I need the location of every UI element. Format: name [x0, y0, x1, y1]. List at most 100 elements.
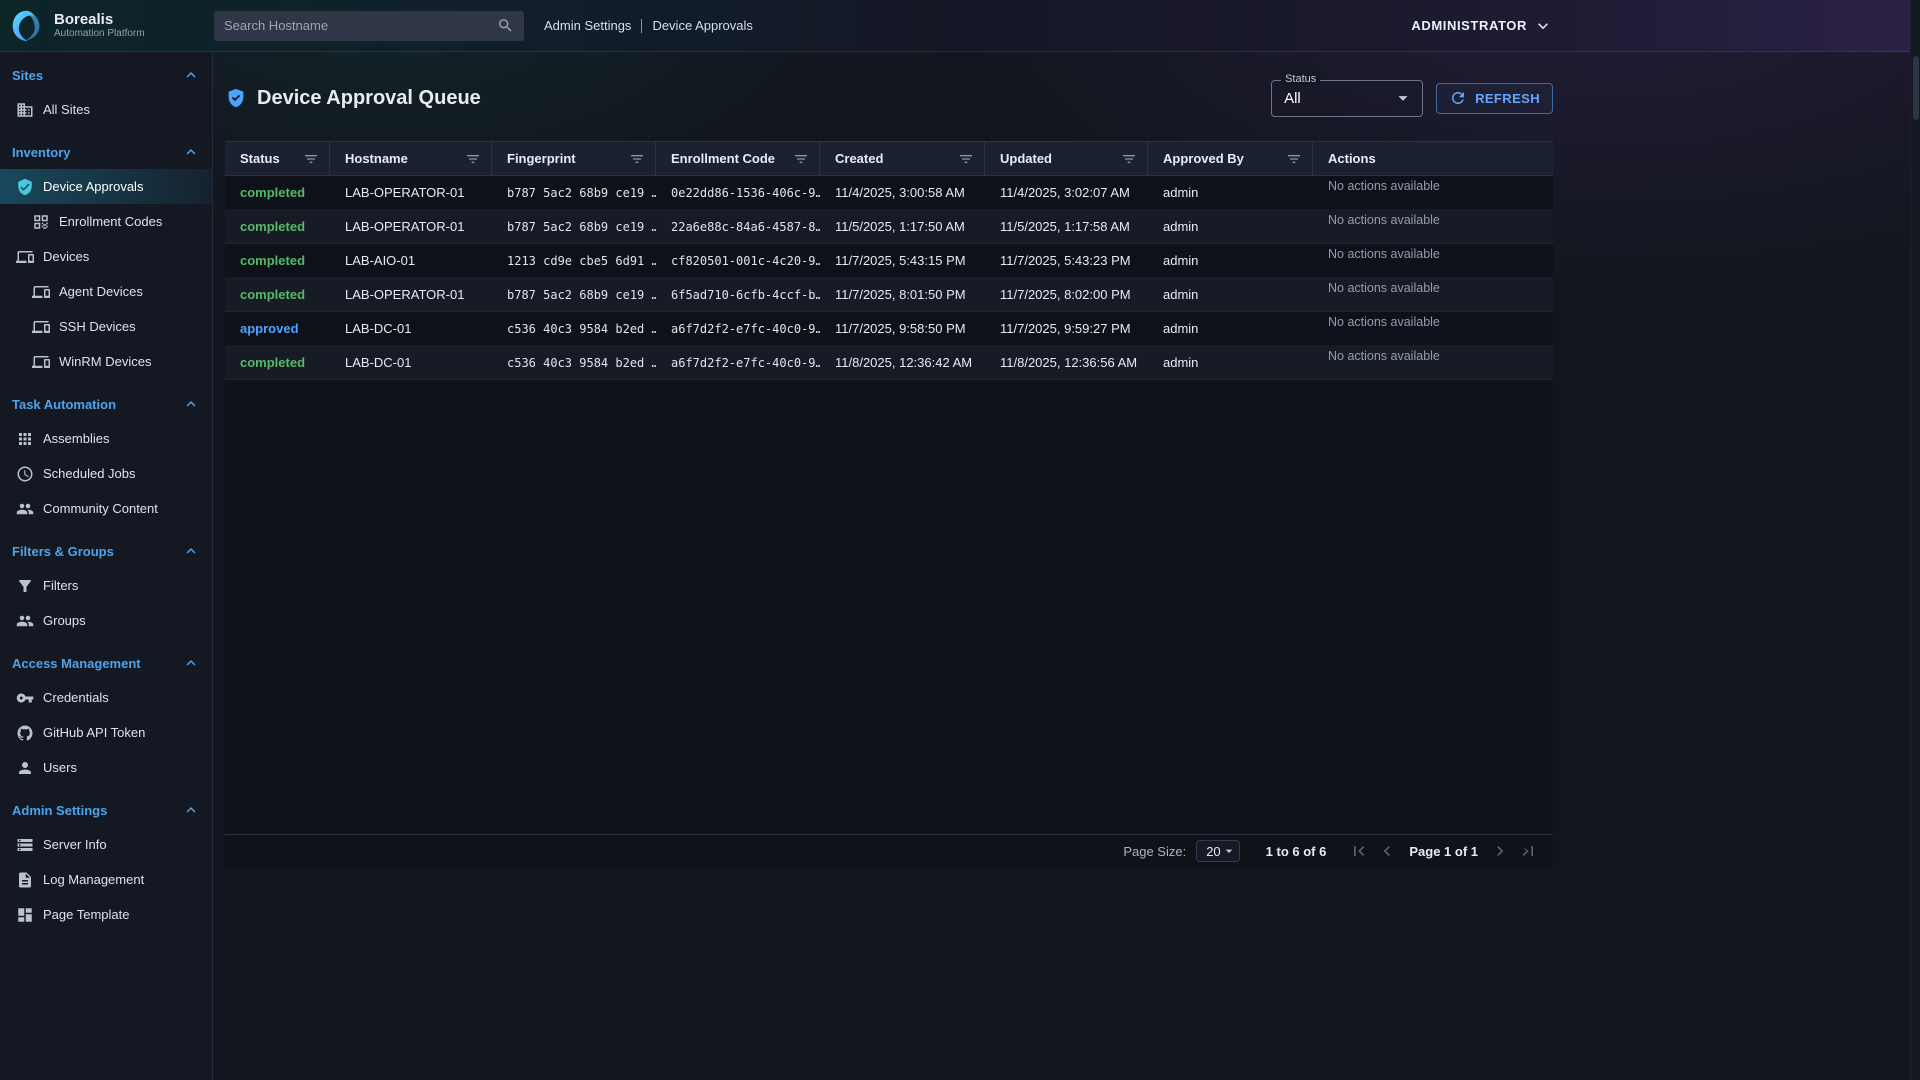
page-indicator: Page 1 of 1	[1409, 844, 1478, 859]
devices-icon	[32, 283, 50, 301]
page-size-select[interactable]: 20	[1196, 840, 1239, 862]
status-filter-select[interactable]: Status All	[1271, 80, 1423, 117]
column-filter-button[interactable]	[629, 151, 645, 167]
breadcrumb: Admin Settings Device Approvals	[544, 18, 753, 33]
status-cell: completed	[225, 253, 330, 268]
search-box[interactable]	[214, 11, 524, 41]
scrollbar-thumb[interactable]	[1913, 56, 1919, 120]
first-page-button[interactable]	[1346, 838, 1372, 864]
sidebar-item-assemblies[interactable]: Assemblies	[0, 421, 212, 456]
table-body: completedLAB-OPERATOR-01b787 5ac2 68b9 c…	[225, 176, 1553, 380]
sidebar-section-access-management[interactable]: Access Management	[0, 646, 212, 680]
sidebar-item-label: Users	[43, 760, 77, 775]
first-page-icon	[1349, 841, 1369, 861]
sidebar-item-agent-devices[interactable]: Agent Devices	[0, 274, 212, 309]
last-page-icon	[1518, 841, 1538, 861]
sidebar-item-device-approvals[interactable]: Device Approvals	[0, 169, 212, 204]
sidebar-item-filters[interactable]: Filters	[0, 568, 212, 603]
column-filter-button[interactable]	[303, 151, 319, 167]
storage-icon	[16, 836, 34, 854]
next-page-button[interactable]	[1487, 838, 1513, 864]
breadcrumb-device-approvals[interactable]: Device Approvals	[652, 18, 752, 33]
arrow-drop-down-icon	[1221, 843, 1237, 859]
column-header-fingerprint: Fingerprint	[492, 142, 656, 175]
sidebar-section-inventory[interactable]: Inventory	[0, 135, 212, 169]
approved-by-cell: admin	[1148, 287, 1313, 302]
hostname-cell: LAB-OPERATOR-01	[330, 219, 492, 234]
sidebar-item-devices[interactable]: Devices	[0, 239, 212, 274]
person-icon	[16, 759, 34, 777]
column-filter-button[interactable]	[465, 151, 481, 167]
table-footer: Page Size: 20 1 to 6 of 6 Page 1 of 1	[225, 834, 1553, 867]
page-size-value: 20	[1206, 844, 1220, 859]
column-header-approved-by: Approved By	[1148, 142, 1313, 175]
sidebar-item-log-management[interactable]: Log Management	[0, 862, 212, 897]
column-header-label: Actions	[1328, 151, 1376, 166]
sidebar-section-task-automation[interactable]: Task Automation	[0, 387, 212, 421]
search-input[interactable]	[224, 18, 497, 33]
column-filter-button[interactable]	[1121, 151, 1137, 167]
enrollment-code-cell: a6f7d2f2-e7fc-40c0-9…	[656, 322, 820, 336]
column-filter-button[interactable]	[1286, 151, 1302, 167]
sidebar-item-credentials[interactable]: Credentials	[0, 680, 212, 715]
sidebar-item-groups[interactable]: Groups	[0, 603, 212, 638]
sidebar-item-server-info[interactable]: Server Info	[0, 827, 212, 862]
updated-cell: 11/7/2025, 8:02:00 PM	[985, 287, 1148, 302]
column-filter-button[interactable]	[958, 151, 974, 167]
page-title: Device Approval Queue	[257, 87, 481, 110]
refresh-icon	[1449, 89, 1467, 107]
filter-list-icon	[629, 151, 645, 167]
column-filter-button[interactable]	[793, 151, 809, 167]
filter-alt-icon	[16, 577, 34, 595]
sidebar-item-users[interactable]: Users	[0, 750, 212, 785]
chevron-up-icon	[182, 542, 200, 560]
sidebar-item-winrm-devices[interactable]: WinRM Devices	[0, 344, 212, 379]
column-header-enrollment-code: Enrollment Code	[656, 142, 820, 175]
page-header: Device Approval Queue Status All REFRESH	[225, 70, 1553, 126]
created-cell: 11/7/2025, 8:01:50 PM	[820, 287, 985, 302]
status-cell: completed	[225, 185, 330, 200]
sidebar-item-label: Community Content	[43, 501, 158, 516]
description-icon	[16, 871, 34, 889]
sidebar-section-admin-settings[interactable]: Admin Settings	[0, 793, 212, 827]
dashboard-icon	[16, 906, 34, 924]
chevron-right-icon	[1490, 841, 1510, 861]
sidebar-item-ssh-devices[interactable]: SSH Devices	[0, 309, 212, 344]
table-empty-area	[225, 380, 1553, 834]
table-row: completedLAB-AIO-011213 cd9e cbe5 6d91 ……	[225, 244, 1553, 278]
sidebar-item-enrollment-codes[interactable]: Enrollment Codes	[0, 204, 212, 239]
sidebar-item-all-sites[interactable]: All Sites	[0, 92, 212, 127]
hostname-cell: LAB-AIO-01	[330, 253, 492, 268]
previous-page-button[interactable]	[1374, 838, 1400, 864]
column-header-actions: Actions	[1313, 142, 1553, 175]
chevron-left-icon	[1377, 841, 1397, 861]
search-icon	[497, 17, 514, 34]
sidebar-item-page-template[interactable]: Page Template	[0, 897, 212, 932]
sidebar-section-filters-groups[interactable]: Filters & Groups	[0, 534, 212, 568]
sidebar-item-label: GitHub API Token	[43, 725, 145, 740]
fingerprint-cell: b787 5ac2 68b9 ce19 …	[492, 288, 656, 302]
sidebar-section-sites[interactable]: Sites	[0, 58, 212, 92]
sidebar-item-scheduled-jobs[interactable]: Scheduled Jobs	[0, 456, 212, 491]
fingerprint-cell: c536 40c3 9584 b2ed …	[492, 322, 656, 336]
scrollbar[interactable]	[1910, 0, 1920, 1080]
sidebar-item-community-content[interactable]: Community Content	[0, 491, 212, 526]
sidebar-item-github-api-token[interactable]: GitHub API Token	[0, 715, 212, 750]
breadcrumb-admin-settings[interactable]: Admin Settings	[544, 18, 631, 33]
refresh-button[interactable]: REFRESH	[1436, 83, 1553, 114]
last-page-button[interactable]	[1515, 838, 1541, 864]
status-cell: completed	[225, 219, 330, 234]
sidebar-item-label: Enrollment Codes	[59, 214, 162, 229]
user-menu-button[interactable]: ADMINISTRATOR	[1411, 16, 1553, 36]
filter-list-icon	[793, 151, 809, 167]
sidebar-item-label: Devices	[43, 249, 89, 264]
sidebar-item-label: Server Info	[43, 837, 107, 852]
column-header-label: Fingerprint	[507, 151, 576, 166]
sidebar-item-label: Assemblies	[43, 431, 109, 446]
fingerprint-cell: b787 5ac2 68b9 ce19 …	[492, 220, 656, 234]
column-header-label: Created	[835, 151, 883, 166]
sidebar-item-label: Device Approvals	[43, 179, 143, 194]
column-header-label: Approved By	[1163, 151, 1244, 166]
pager: Page 1 of 1	[1346, 838, 1541, 864]
updated-cell: 11/7/2025, 5:43:23 PM	[985, 253, 1148, 268]
